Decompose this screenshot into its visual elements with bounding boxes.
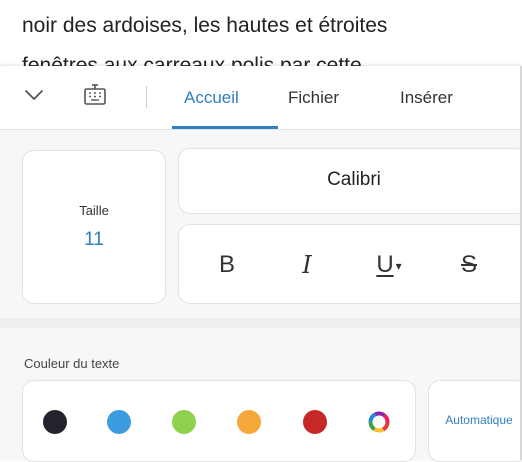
document-text-line: noir des ardoises, les hautes et étroite… xyxy=(22,14,388,37)
font-size-value: 11 xyxy=(84,229,104,250)
font-name-picker[interactable]: Calibri xyxy=(178,148,522,214)
color-swatch-green[interactable] xyxy=(172,410,196,434)
tab-inserer[interactable]: Insérer xyxy=(400,88,453,108)
more-colors-icon[interactable] xyxy=(367,410,391,434)
keyboard-icon[interactable] xyxy=(82,82,108,108)
toolbar-separator xyxy=(146,86,147,108)
document-area[interactable]: noir des ardoises, les hautes et étroite… xyxy=(0,0,522,66)
tab-accueil[interactable]: Accueil xyxy=(184,88,239,108)
automatic-color-label: Automatique xyxy=(445,413,513,427)
document-text-line: fenêtres aux carreaux polis par cette xyxy=(22,54,362,66)
text-color-label: Couleur du texte xyxy=(24,356,120,371)
text-color-section: Couleur du texte Automatique xyxy=(0,328,522,462)
font-size-label: Taille xyxy=(79,203,109,218)
font-section: Taille 11 Calibri B I U ▾ S xyxy=(0,130,522,318)
bold-button[interactable]: B xyxy=(207,247,247,283)
italic-button[interactable]: I xyxy=(287,247,327,283)
color-swatch-blue[interactable] xyxy=(107,410,131,434)
font-size-picker[interactable]: Taille 11 xyxy=(22,150,166,304)
color-swatch-red[interactable] xyxy=(303,410,327,434)
text-style-group: B I U ▾ S xyxy=(178,224,522,304)
font-name-value: Calibri xyxy=(327,169,381,190)
ribbon-tab-bar: Accueil Fichier Insérer xyxy=(0,66,522,130)
color-swatch-orange[interactable] xyxy=(237,410,261,434)
automatic-color-button[interactable]: Automatique xyxy=(428,380,522,462)
color-swatch-black[interactable] xyxy=(43,410,67,434)
chevron-down-icon[interactable] xyxy=(24,88,44,102)
tab-fichier[interactable]: Fichier xyxy=(288,88,339,108)
underline-button[interactable]: U ▾ xyxy=(369,247,409,283)
underline-button-label: U xyxy=(376,251,394,278)
formatting-panel: Accueil Fichier Insérer Taille 11 Calibr… xyxy=(0,66,522,462)
color-swatch-group xyxy=(22,380,416,462)
strikethrough-button[interactable]: S xyxy=(449,247,489,283)
dropdown-caret-icon: ▾ xyxy=(395,258,402,273)
section-divider xyxy=(0,318,522,328)
